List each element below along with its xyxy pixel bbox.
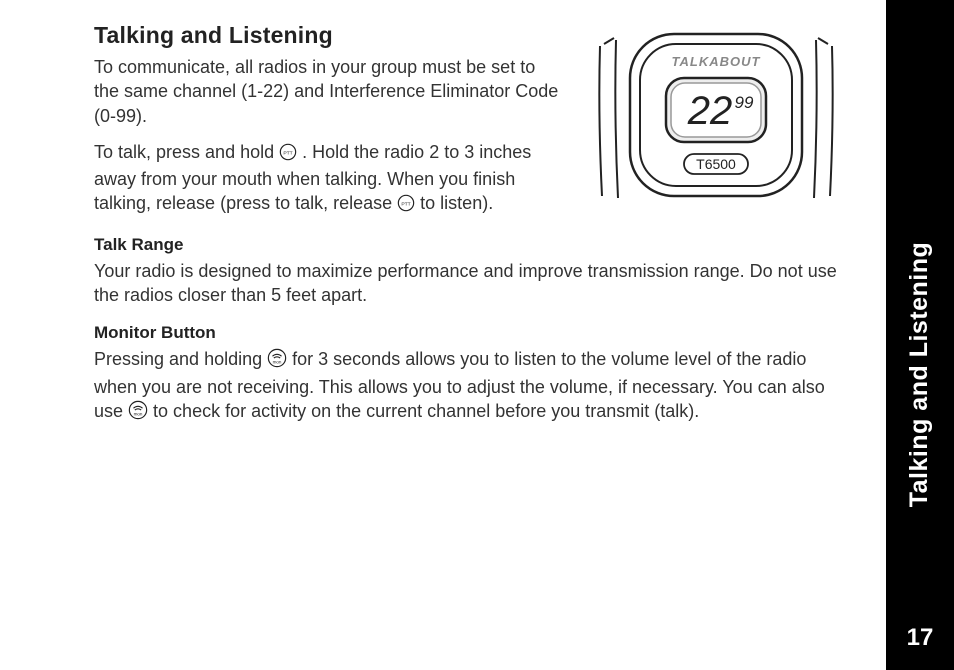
- radio-device-illustration: TALKABOUT 22 99 T6500: [592, 26, 840, 198]
- text-fragment: Pressing and holding: [94, 349, 267, 369]
- monitor-button-icon: mon: [267, 348, 287, 374]
- sidebar-section-tab: Talking and Listening 17: [886, 0, 954, 670]
- ptt-button-icon: PTT: [279, 143, 297, 167]
- svg-text:PTT: PTT: [283, 150, 292, 156]
- talk-instructions-paragraph: To talk, press and hold PTT . Hold the r…: [94, 140, 564, 219]
- text-fragment: to listen).: [420, 193, 493, 213]
- ptt-button-icon: PTT: [397, 194, 415, 218]
- manual-page: Talking and Listening 17 Talking and Lis…: [0, 0, 954, 670]
- svg-text:mon: mon: [273, 360, 282, 365]
- svg-text:T6500: T6500: [696, 156, 736, 172]
- svg-text:TALKABOUT: TALKABOUT: [672, 54, 761, 69]
- monitor-button-icon: mon: [128, 400, 148, 426]
- talk-range-heading: Talk Range: [94, 235, 854, 255]
- sidebar-section-title: Talking and Listening: [906, 242, 935, 508]
- page-number: 17: [886, 624, 954, 652]
- talk-range-paragraph: Your radio is designed to maximize perfo…: [94, 259, 854, 308]
- monitor-button-paragraph: Pressing and holding mon for 3 seconds a…: [94, 347, 854, 426]
- svg-text:22: 22: [687, 89, 733, 133]
- svg-text:PTT: PTT: [401, 202, 410, 208]
- intro-paragraph: To communicate, all radios in your group…: [94, 55, 564, 128]
- monitor-button-heading: Monitor Button: [94, 323, 854, 343]
- text-fragment: To talk, press and hold: [94, 142, 279, 162]
- svg-text:99: 99: [735, 93, 754, 112]
- svg-text:mon: mon: [134, 411, 143, 416]
- text-fragment: to check for activity on the current cha…: [153, 401, 699, 421]
